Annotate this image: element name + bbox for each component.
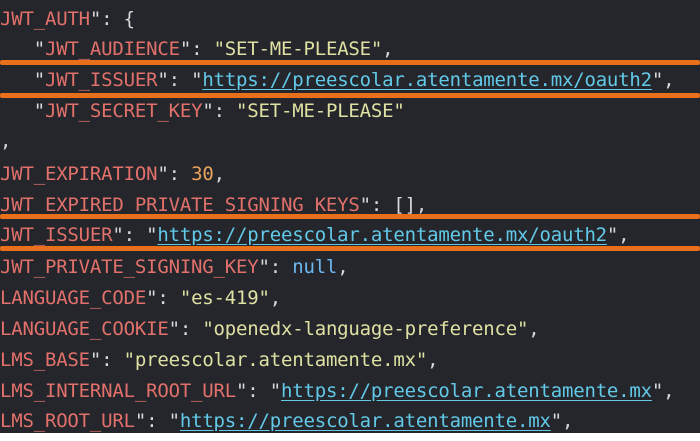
code-token: LMS_INTERNAL_ROOT_URL: [0, 380, 237, 402]
url-link[interactable]: https://preescolar.atentamente.mx: [180, 410, 551, 432]
code-token: ": [],: [359, 194, 428, 216]
code-token: JWT_PRIVATE_SIGNING_KEY: [0, 256, 259, 278]
code-token: ":: [168, 318, 203, 340]
code-token: "es-419": [179, 287, 270, 309]
highlight-stroke-bottom-1: [0, 93, 700, 98]
code-line: "JWT_SECRET_KEY": "SET-ME-PLEASE": [0, 96, 405, 126]
code-line: LANGUAGE_COOKIE": "openedx-language-pref…: [0, 314, 540, 344]
code-line: JWT_AUTH": {: [0, 4, 135, 34]
code-token: ":: [146, 287, 180, 309]
code-token: ": [0, 38, 45, 60]
code-line: JWT_EXPIRATION": 30,: [0, 159, 225, 189]
code-token: JWT_AUDIENCE: [44, 38, 180, 60]
code-token: ,: [0, 130, 12, 152]
highlight-stroke-top-2: [0, 214, 700, 219]
code-token: ,: [269, 287, 281, 309]
code-line: ,: [0, 126, 11, 156]
code-token: ",: [550, 410, 574, 432]
code-token: null: [292, 256, 338, 278]
code-token: ": ": [236, 380, 281, 402]
code-token: ":: [157, 163, 192, 185]
code-token: ",: [651, 69, 675, 91]
highlight-stroke-top-1: [0, 60, 700, 65]
code-token: ": ": [134, 410, 180, 432]
code-token: ": {: [89, 8, 135, 30]
code-token: JWT_ISSUER: [44, 69, 158, 91]
code-token: ,: [382, 38, 394, 60]
code-line: LANGUAGE_CODE": "es-419",: [0, 283, 281, 313]
code-token: ": [0, 100, 45, 122]
code-line: LMS_BASE": "preescolar.atentamente.mx",: [0, 345, 439, 375]
code-token: ",: [606, 224, 630, 246]
code-token: ":: [179, 38, 214, 60]
code-token: "SET-ME-PLEASE": [213, 38, 383, 60]
code-token: ,: [528, 318, 540, 340]
code-editor: JWT_AUTH": { "JWT_AUDIENCE": "SET-ME-PLE…: [0, 0, 700, 433]
code-token: ",: [651, 380, 675, 402]
code-token: ,: [213, 163, 225, 185]
url-link[interactable]: https://preescolar.atentamente.mx/oauth2: [202, 69, 652, 91]
code-token: JWT_AUTH: [0, 8, 90, 30]
code-token: ":: [89, 349, 124, 371]
code-token: LMS_BASE: [0, 349, 90, 371]
code-line: LMS_ROOT_URL": "https://preescolar.atent…: [0, 406, 573, 433]
code-token: 30: [191, 163, 214, 185]
url-link[interactable]: https://preescolar.atentamente.mx: [281, 380, 652, 402]
code-token: JWT_SECRET_KEY: [44, 100, 203, 122]
code-token: "SET-ME-PLEASE": [236, 100, 405, 122]
code-token: ": ": [112, 224, 158, 246]
code-token: JWT_EXPIRED_PRIVATE_SIGNING_KEYS: [0, 194, 360, 216]
code-token: ":: [202, 100, 237, 122]
code-token: ": [0, 69, 45, 91]
code-token: "preescolar.atentamente.mx": [123, 349, 428, 371]
bottom-margin: [0, 433, 700, 441]
code-token: LANGUAGE_COOKIE: [0, 318, 169, 340]
code-token: "openedx-language-preference": [202, 318, 529, 340]
code-token: ": ": [157, 69, 203, 91]
code-token: ,: [427, 349, 439, 371]
highlight-stroke-bottom-2: [0, 246, 700, 251]
code-token: JWT_ISSUER: [0, 224, 113, 246]
code-line: JWT_PRIVATE_SIGNING_KEY": null,: [0, 252, 349, 282]
code-line: LMS_INTERNAL_ROOT_URL": "https://preesco…: [0, 376, 675, 406]
code-token: ":: [258, 256, 293, 278]
code-token: ,: [337, 256, 349, 278]
url-link[interactable]: https://preescolar.atentamente.mx/oauth2: [157, 224, 607, 246]
code-token: LMS_ROOT_URL: [0, 410, 135, 432]
code-token: LANGUAGE_CODE: [0, 287, 147, 309]
code-token: JWT_EXPIRATION: [0, 163, 158, 185]
code-line: "JWT_ISSUER": "https://preescolar.atenta…: [0, 65, 675, 95]
